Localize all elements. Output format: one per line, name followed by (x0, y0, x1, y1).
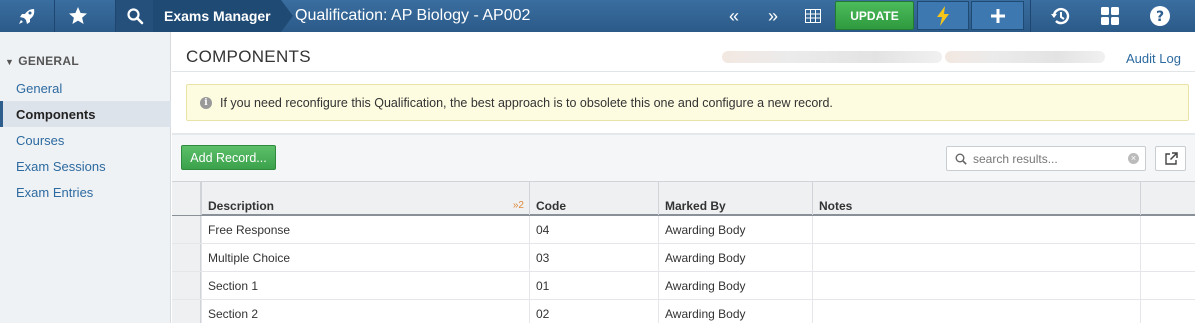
sidebar-item-label: Exam Sessions (16, 158, 106, 174)
info-icon: i (200, 96, 212, 109)
top-navigation-bar: Exams Manager Qualification: AP Biology … (0, 0, 1195, 32)
help-icon[interactable]: ? (1144, 0, 1176, 32)
rocket-icon[interactable] (0, 0, 54, 32)
column-header-notes[interactable]: Notes (812, 182, 1140, 215)
sidebar-item-exam-sessions[interactable]: Exam Sessions (0, 153, 171, 179)
redacted-info (945, 51, 1105, 63)
app-name: Exams Manager (164, 8, 271, 24)
column-label: Description (208, 199, 275, 213)
redacted-info (722, 51, 942, 63)
sidebar-item-label: General (16, 80, 63, 96)
table-row[interactable]: Section 2 02 Awarding Body (172, 300, 1195, 323)
column-header-extra (1140, 182, 1195, 215)
column-label: Marked By (665, 199, 726, 213)
sidebar-item-components[interactable]: Components (0, 101, 171, 127)
sidebar-section-header[interactable]: ▼ GENERAL (5, 54, 79, 68)
star-icon[interactable] (55, 0, 100, 32)
sort-indicator: »2 (512, 200, 524, 211)
open-external-button[interactable] (1155, 146, 1186, 171)
app-breadcrumb[interactable]: Exams Manager (153, 0, 293, 32)
table-row[interactable]: Multiple Choice 03 Awarding Body (172, 244, 1195, 272)
apps-icon[interactable] (1094, 0, 1126, 32)
cell-description: Free Response (201, 216, 529, 243)
sidebar-item-label: Exam Entries (16, 184, 94, 200)
column-header-marked-by[interactable]: Marked By (658, 182, 812, 215)
cell-description: Multiple Choice (201, 244, 529, 271)
sidebar-item-label: Components (16, 106, 96, 122)
first-page-icon[interactable]: « (722, 0, 746, 32)
cell-code: 03 (529, 244, 658, 271)
record-title: Qualification: AP Biology - AP002 (295, 7, 531, 24)
cell-extra (1140, 216, 1195, 243)
svg-text:?: ? (1156, 9, 1164, 25)
clear-search-icon[interactable]: × (1128, 153, 1139, 164)
add-record-button[interactable]: Add Record... (181, 145, 276, 170)
column-header-code[interactable]: Code (529, 182, 658, 215)
cell-notes (812, 216, 1140, 243)
sidebar-section-title: GENERAL (18, 54, 79, 68)
table-header: Description »2 Code Marked By Notes (172, 181, 1195, 216)
bolt-icon[interactable] (917, 1, 969, 30)
cell-extra (1140, 272, 1195, 299)
sidebar-item-exam-entries[interactable]: Exam Entries (0, 179, 171, 205)
notice-text: If you need reconfigure this Qualificati… (220, 95, 833, 110)
history-icon[interactable] (1045, 0, 1077, 32)
page-title: COMPONENTS (186, 47, 311, 66)
cell-code: 01 (529, 272, 658, 299)
cell-code: 02 (529, 300, 658, 323)
cell-marked-by: Awarding Body (658, 272, 812, 299)
cell-marked-by: Awarding Body (658, 244, 812, 271)
grid-view-icon[interactable] (800, 0, 826, 32)
plus-icon[interactable] (971, 1, 1024, 30)
external-link-icon (1164, 151, 1178, 165)
row-header-corner (172, 182, 201, 215)
cell-marked-by: Awarding Body (658, 300, 812, 323)
next-page-icon[interactable]: » (761, 0, 785, 32)
notice-banner: i If you need reconfigure this Qualifica… (186, 84, 1189, 121)
column-header-description[interactable]: Description »2 (201, 182, 529, 215)
cell-extra (1140, 244, 1195, 271)
table-row[interactable]: Free Response 04 Awarding Body (172, 216, 1195, 244)
table-row[interactable]: Section 1 01 Awarding Body (172, 272, 1195, 300)
cell-description: Section 1 (201, 272, 529, 299)
search-icon[interactable] (116, 0, 153, 32)
column-label: Code (536, 199, 566, 213)
column-label: Notes (819, 199, 853, 213)
collapse-triangle-icon: ▼ (5, 57, 15, 67)
audit-log-link[interactable]: Audit Log (1126, 51, 1181, 66)
search-field[interactable]: × (946, 146, 1146, 171)
cell-extra (1140, 300, 1195, 323)
cell-code: 04 (529, 216, 658, 243)
cell-description: Section 2 (201, 300, 529, 323)
row-selector[interactable] (172, 272, 201, 299)
row-selector[interactable] (172, 244, 201, 271)
cell-notes (812, 272, 1140, 299)
sidebar-item-label: Courses (16, 132, 65, 148)
cell-marked-by: Awarding Body (658, 216, 812, 243)
cell-notes (812, 244, 1140, 271)
search-icon (955, 153, 967, 165)
cell-notes (812, 300, 1140, 323)
sidebar-item-courses[interactable]: Courses (0, 127, 171, 153)
divider (172, 71, 1195, 72)
search-input[interactable] (973, 151, 1123, 166)
row-selector[interactable] (172, 216, 201, 243)
sidebar-item-general[interactable]: General (0, 75, 171, 101)
row-selector[interactable] (172, 300, 201, 323)
update-button[interactable]: UPDATE (835, 1, 914, 30)
